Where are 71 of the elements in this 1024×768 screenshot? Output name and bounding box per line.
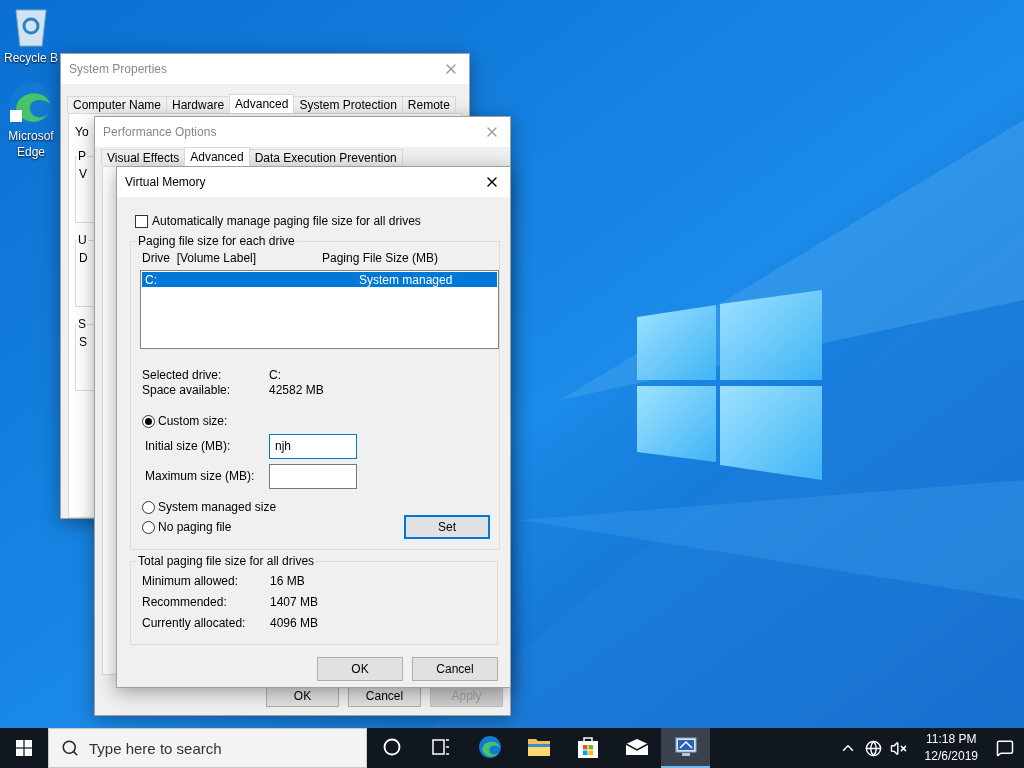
set-button[interactable]: Set	[404, 515, 490, 539]
checkbox[interactable]	[135, 214, 148, 228]
total-label: Recommended:	[142, 595, 228, 609]
info-value: 42582 MB	[269, 383, 325, 397]
task-view-icon[interactable]	[431, 738, 450, 756]
radio-button[interactable]	[142, 500, 155, 514]
dialog-button[interactable]: OK	[317, 657, 403, 681]
drive-row[interactable]: C: System managed	[142, 272, 497, 287]
size-cell-text: System managed	[359, 272, 454, 287]
radio-label: Custom size:	[158, 414, 228, 428]
desktop-icon-label: Recycle B	[4, 50, 58, 66]
group-text: D	[79, 251, 88, 265]
column-header: Drive [Volume Label]	[142, 251, 258, 266]
group-text: S	[79, 335, 87, 349]
total-label: Currently allocated:	[142, 616, 247, 630]
tab[interactable]: Remote	[401, 96, 456, 113]
size-input-field[interactable]: njh	[269, 433, 357, 459]
total-value: 1407 MB	[270, 595, 320, 609]
tab[interactable]: Advanced	[229, 94, 295, 113]
info-label: Selected drive:	[142, 368, 223, 382]
size-input-field[interactable]	[269, 463, 357, 489]
globe-icon[interactable]	[864, 739, 882, 757]
group-text: V	[79, 167, 87, 181]
search-field[interactable]: Type here to search	[48, 728, 367, 768]
intro-text: Yo	[75, 125, 89, 139]
checkbox-label: Automatically manage paging file size for all drives	[152, 214, 421, 228]
info-value: C:	[269, 368, 282, 382]
folder-icon[interactable]	[526, 737, 551, 757]
desktop-icon-label: Edge	[16, 144, 46, 160]
taskbar-app[interactable]	[661, 728, 710, 768]
mail-icon[interactable]	[624, 738, 649, 756]
clock[interactable]: 11:18 PM 12/6/2019	[914, 731, 988, 765]
radio-option[interactable]: Custom size:	[139, 413, 499, 429]
dialog-button[interactable]: Cancel	[412, 657, 498, 681]
total-value: 4096 MB	[270, 616, 320, 630]
desktop-icon-label: Microsof	[8, 128, 54, 144]
group-title: Total paging file size for all drives	[137, 554, 316, 568]
total-value: 16 MB	[270, 574, 306, 588]
field-label: Maximum size (MB):	[145, 469, 256, 483]
edge-icon[interactable]	[477, 735, 502, 759]
field-label: Initial size (MB):	[145, 439, 232, 453]
radio-option[interactable]: System managed size	[139, 499, 499, 515]
tab[interactable]: Computer Name	[67, 96, 168, 113]
search-icon	[61, 739, 79, 757]
notification-icon[interactable]	[996, 739, 1014, 757]
group-title: P	[77, 149, 87, 163]
tab[interactable]: Advanced	[184, 147, 250, 166]
tab[interactable]: Visual Effects	[101, 149, 186, 166]
radio-label: System managed size	[158, 500, 277, 514]
info-label: Space available:	[142, 383, 232, 397]
window-title: System Properties	[69, 62, 168, 76]
windows-logo-icon	[16, 740, 32, 756]
edge-icon[interactable]	[8, 80, 54, 126]
group-title: Paging file size for each drive	[137, 234, 296, 248]
group-title: S	[77, 317, 87, 331]
radio-label: No paging file	[158, 520, 232, 534]
shopping-bag-icon[interactable]	[576, 735, 599, 759]
tab[interactable]: System Protection	[293, 96, 403, 113]
column-header: Paging File Size (MB)	[322, 251, 440, 266]
window-title: Performance Options	[103, 125, 217, 139]
radio-option[interactable]: No paging file	[139, 519, 232, 535]
radio-button[interactable]	[142, 414, 155, 428]
group-title: U	[77, 233, 88, 247]
muted-speaker-icon[interactable]	[889, 739, 907, 757]
window-title: Virtual Memory	[125, 175, 206, 189]
drive-cell-text: C:	[145, 272, 158, 287]
cortana-icon[interactable]	[382, 738, 401, 756]
total-label: Minimum allowed:	[142, 574, 240, 588]
radio-button[interactable]	[142, 520, 155, 534]
monitor-icon[interactable]	[673, 736, 698, 758]
tab[interactable]: Data Execution Prevention	[248, 149, 403, 166]
